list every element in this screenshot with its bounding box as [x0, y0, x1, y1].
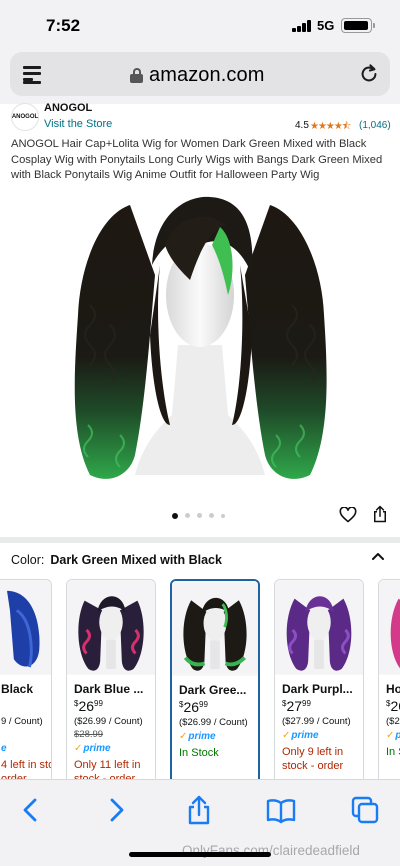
rating-value: 4.5	[295, 120, 309, 131]
variant-thumbnail	[379, 580, 400, 675]
variant-price: $2699	[74, 698, 103, 714]
variant-price: $2799	[282, 698, 311, 714]
chevron-up-icon[interactable]	[372, 552, 384, 560]
product-title: ANOGOL Hair Cap+Lolita Wig for Women Dar…	[11, 138, 383, 181]
battery-icon	[341, 18, 375, 33]
back-icon[interactable]	[16, 795, 46, 825]
bookmarks-icon[interactable]	[266, 795, 296, 825]
rating-count-link[interactable]: (1,046)	[359, 120, 391, 131]
status-time: 7:52	[46, 16, 81, 35]
variant-card[interactable]: Dark Purpl... $2799 ($27.99 / Count) ✓pr…	[274, 579, 364, 784]
product-image[interactable]	[60, 185, 340, 495]
share-icon[interactable]	[184, 795, 214, 825]
variant-card[interactable]: Black 9 / Count) e 4 left in stock - ord…	[0, 579, 52, 784]
variant-carousel[interactable]: Black 9 / Count) e 4 left in stock - ord…	[0, 579, 400, 784]
image-carousel-dots[interactable]	[172, 512, 232, 519]
browser-address-area: amazon.com	[0, 46, 400, 104]
status-bar: 7:52 5G	[0, 0, 400, 46]
visit-store-link[interactable]: Visit the Store	[44, 118, 112, 130]
url-text[interactable]: amazon.com	[149, 64, 265, 87]
lock-icon	[130, 68, 143, 83]
prime-badge: ✓prime	[282, 730, 319, 741]
selected-color-name: Dark Green Mixed with Black	[50, 553, 222, 567]
variant-thumbnail	[67, 580, 155, 675]
network-type: 5G	[317, 18, 335, 33]
prime-badge: ✓prime	[179, 731, 216, 742]
variant-card[interactable]: Ho $26 ($26 ✓p In S	[378, 579, 400, 784]
variant-thumbnail	[0, 580, 51, 675]
section-divider	[0, 537, 400, 543]
rating-stars-icon[interactable]: ★★★★⯪	[310, 119, 351, 136]
home-indicator[interactable]	[129, 852, 271, 857]
address-bar[interactable]: amazon.com	[10, 52, 390, 96]
variant-thumbnail	[172, 581, 258, 676]
variant-card-selected[interactable]: Dark Gree... $2699 ($26.99 / Count) ✓pri…	[170, 579, 260, 784]
reload-icon[interactable]	[358, 63, 380, 85]
prime-badge: ✓p	[386, 730, 400, 741]
color-selector-label: Color: Dark Green Mixed with Black	[11, 553, 222, 567]
tabs-icon[interactable]	[350, 795, 380, 825]
prime-badge: ✓prime	[74, 743, 111, 754]
variant-price: $26	[386, 698, 400, 714]
variant-thumbnail	[275, 580, 363, 675]
variant-card[interactable]: Dark Blue ... $2699 ($26.99 / Count) $28…	[66, 579, 156, 784]
reader-icon[interactable]	[21, 65, 43, 85]
variant-price: $2699	[179, 699, 208, 715]
forward-icon[interactable]	[101, 795, 131, 825]
share-icon[interactable]	[372, 505, 388, 523]
brand-logo[interactable]: ANOGOL	[11, 103, 39, 131]
brand-name: ANOGOL	[44, 102, 93, 114]
heart-icon[interactable]	[339, 507, 357, 523]
signal-icon	[292, 20, 312, 32]
